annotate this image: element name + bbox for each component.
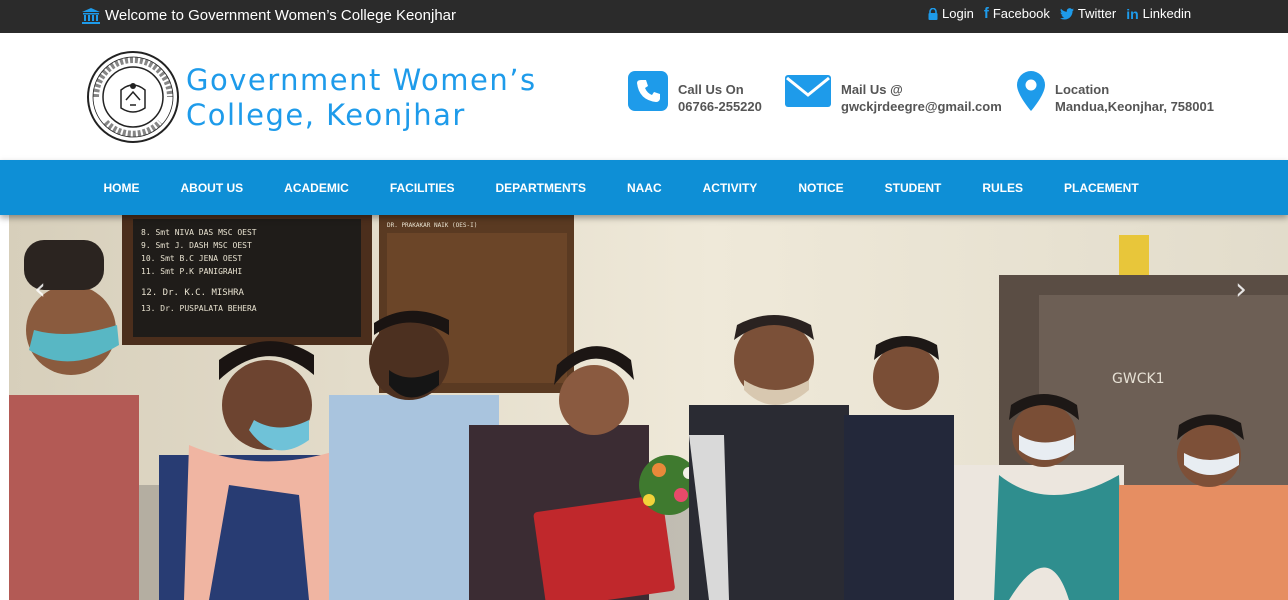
- board-line: 10. Smt B.C JENA OEST: [141, 254, 242, 263]
- board-line: 11. Smt P.K PANIGRAHI: [141, 267, 242, 276]
- nav-rules[interactable]: RULES: [962, 181, 1044, 195]
- call-number[interactable]: 06766-255220: [678, 98, 762, 115]
- nav-academic[interactable]: ACADEMIC: [264, 181, 370, 195]
- nav-activity[interactable]: ACTIVITY: [682, 181, 778, 195]
- college-logo[interactable]: [86, 50, 180, 144]
- nav-facilities[interactable]: FACILITIES: [369, 181, 475, 195]
- college-title-line1: Government Women’s: [186, 63, 537, 97]
- envelope-icon: [785, 71, 831, 111]
- location-label: Location: [1055, 82, 1110, 97]
- lock-icon: [928, 7, 938, 20]
- site-header: Government Women’s College, Keonjhar Cal…: [0, 33, 1288, 160]
- cabinet-label: GWCK1: [1112, 371, 1165, 387]
- contact-location: Location Mandua,Keonjhar, 758001: [1017, 71, 1214, 115]
- chevron-left-icon: ‹: [34, 272, 46, 307]
- login-label: Login: [942, 6, 974, 21]
- linkedin-label: Linkedin: [1142, 6, 1192, 21]
- chevron-right-icon: ›: [1235, 272, 1247, 307]
- twitter-label: Twitter: [1077, 6, 1117, 21]
- nav-about-us[interactable]: ABOUT US: [160, 181, 264, 195]
- mail-address[interactable]: gwckjrdeegre@gmail.com: [841, 98, 1002, 115]
- board-right-line: DR. PRAKAKAR NAIK (OES-I): [387, 222, 477, 229]
- phone-icon: [628, 71, 668, 111]
- welcome-text: Welcome to Government Women’s College Ke…: [105, 7, 457, 24]
- board-line: 9. Smt J. DASH MSC OEST: [141, 241, 252, 250]
- nav-notice[interactable]: NOTICE: [778, 181, 864, 195]
- facebook-icon: f: [983, 5, 989, 22]
- college-title-line2: College, Keonjhar: [186, 98, 466, 132]
- facebook-label: Facebook: [992, 6, 1050, 21]
- location-address: Mandua,Keonjhar, 758001: [1055, 99, 1214, 114]
- board-line: 8. Smt NIVA DAS MSC OEST: [141, 228, 257, 237]
- login-link[interactable]: Login: [928, 6, 974, 21]
- facebook-link[interactable]: f Facebook: [984, 5, 1050, 22]
- linkedin-link[interactable]: in Linkedin: [1126, 6, 1191, 22]
- main-nav: HOME ABOUT US ACADEMIC FACILITIES DEPART…: [0, 160, 1288, 215]
- call-label: Call Us On: [678, 82, 744, 97]
- bank-icon: [82, 7, 100, 24]
- mail-label: Mail Us @: [841, 82, 903, 97]
- college-title[interactable]: Government Women’s College, Keonjhar: [186, 63, 537, 133]
- hero-slider[interactable]: 8. Smt NIVA DAS MSC OEST 9. Smt J. DASH …: [9, 215, 1288, 600]
- slider-next-button[interactable]: ›: [1235, 272, 1247, 307]
- board-line: 12. Dr. K.C. MISHRA: [141, 288, 245, 298]
- top-links: Login f Facebook Twitter in Linkedin: [928, 5, 1201, 22]
- nav-student[interactable]: STUDENT: [864, 181, 962, 195]
- nav-placement[interactable]: PLACEMENT: [1044, 181, 1160, 195]
- nav-home[interactable]: HOME: [83, 181, 160, 195]
- map-marker-icon: [1017, 71, 1045, 111]
- hero-photo: 8. Smt NIVA DAS MSC OEST 9. Smt J. DASH …: [9, 215, 1288, 600]
- top-bar: Welcome to Government Women’s College Ke…: [0, 0, 1288, 33]
- contact-mail: Mail Us @ gwckjrdeegre@gmail.com: [785, 71, 1002, 115]
- board-line: 13. Dr. PUSPALATA BEHERA: [141, 304, 257, 313]
- twitter-link[interactable]: Twitter: [1059, 6, 1117, 21]
- linkedin-icon: in: [1126, 5, 1139, 22]
- yellow-statue: [1119, 235, 1149, 275]
- nav-naac[interactable]: NAAC: [606, 181, 682, 195]
- twitter-icon: [1059, 7, 1074, 20]
- contact-call: Call Us On 06766-255220: [628, 71, 762, 115]
- welcome-message: Welcome to Government Women’s College Ke…: [82, 7, 456, 24]
- slider-prev-button[interactable]: ‹: [34, 272, 46, 307]
- nav-departments[interactable]: DEPARTMENTS: [475, 181, 606, 195]
- honour-board: 8. Smt NIVA DAS MSC OEST 9. Smt J. DASH …: [122, 215, 372, 345]
